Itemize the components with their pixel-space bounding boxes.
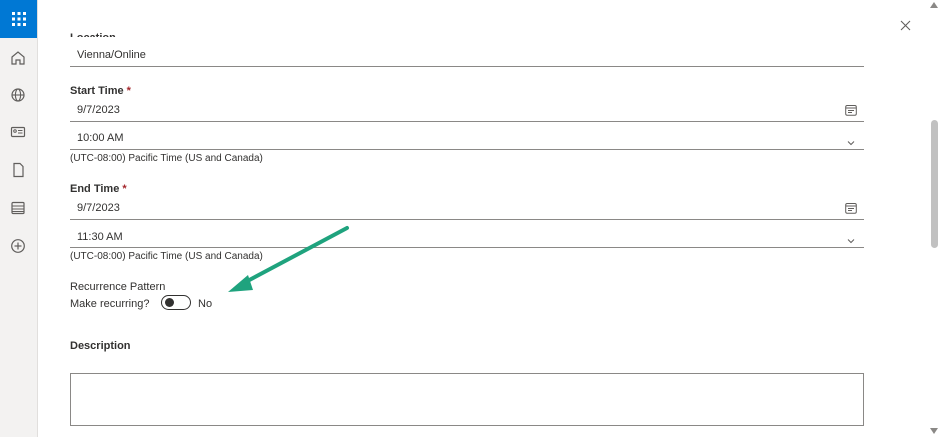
scroll-down-arrow-icon[interactable] — [930, 428, 938, 434]
end-time-label: End Time * — [70, 183, 127, 195]
list-icon[interactable] — [9, 199, 27, 217]
location-label: Location — [70, 27, 116, 37]
app-launcher-icon — [11, 12, 26, 26]
annotation-arrow-icon — [228, 226, 349, 292]
start-time-label: Start Time * — [70, 85, 131, 97]
add-icon[interactable] — [9, 237, 27, 255]
left-rail — [0, 0, 38, 437]
start-date-input[interactable]: 9/7/2023 — [77, 104, 120, 116]
scroll-thumb[interactable] — [931, 120, 938, 248]
globe-icon[interactable] — [9, 86, 27, 104]
location-input[interactable]: Vienna/Online — [77, 49, 146, 61]
recurrence-pattern-label: Recurrence Pattern — [70, 281, 166, 293]
end-date-underline — [70, 219, 864, 220]
start-time-underline — [70, 149, 864, 150]
start-date-underline — [70, 121, 864, 122]
required-marker: * — [126, 85, 131, 97]
close-icon — [900, 20, 911, 31]
end-date-calendar-icon[interactable] — [845, 201, 857, 214]
required-marker: * — [122, 183, 127, 195]
start-date-calendar-icon[interactable] — [845, 103, 857, 116]
scroll-up-arrow-icon[interactable] — [930, 2, 938, 8]
end-time-chevron-down-icon[interactable] — [846, 232, 856, 244]
app-launcher-button[interactable] — [0, 0, 37, 38]
make-recurring-value: No — [198, 298, 213, 310]
end-time-underline — [70, 247, 864, 248]
close-button[interactable] — [898, 18, 914, 34]
description-textarea[interactable] — [70, 373, 864, 426]
contact-card-icon[interactable] — [9, 123, 27, 141]
vertical-scrollbar[interactable] — [928, 0, 940, 437]
location-underline — [70, 66, 864, 67]
description-label: Description — [70, 340, 131, 352]
end-date-input[interactable]: 9/7/2023 — [77, 202, 120, 214]
make-recurring-toggle[interactable] — [161, 295, 191, 310]
home-icon[interactable] — [9, 49, 27, 67]
make-recurring-label: Make recurring? — [70, 298, 150, 310]
start-timezone-text: (UTC-08:00) Pacific Time (US and Canada) — [70, 153, 263, 164]
document-icon[interactable] — [9, 161, 27, 179]
start-time-dropdown[interactable]: 10:00 AM — [77, 132, 123, 144]
start-time-chevron-down-icon[interactable] — [846, 134, 856, 146]
toggle-knob — [165, 298, 174, 307]
end-time-dropdown[interactable]: 11:30 AM — [77, 231, 123, 243]
